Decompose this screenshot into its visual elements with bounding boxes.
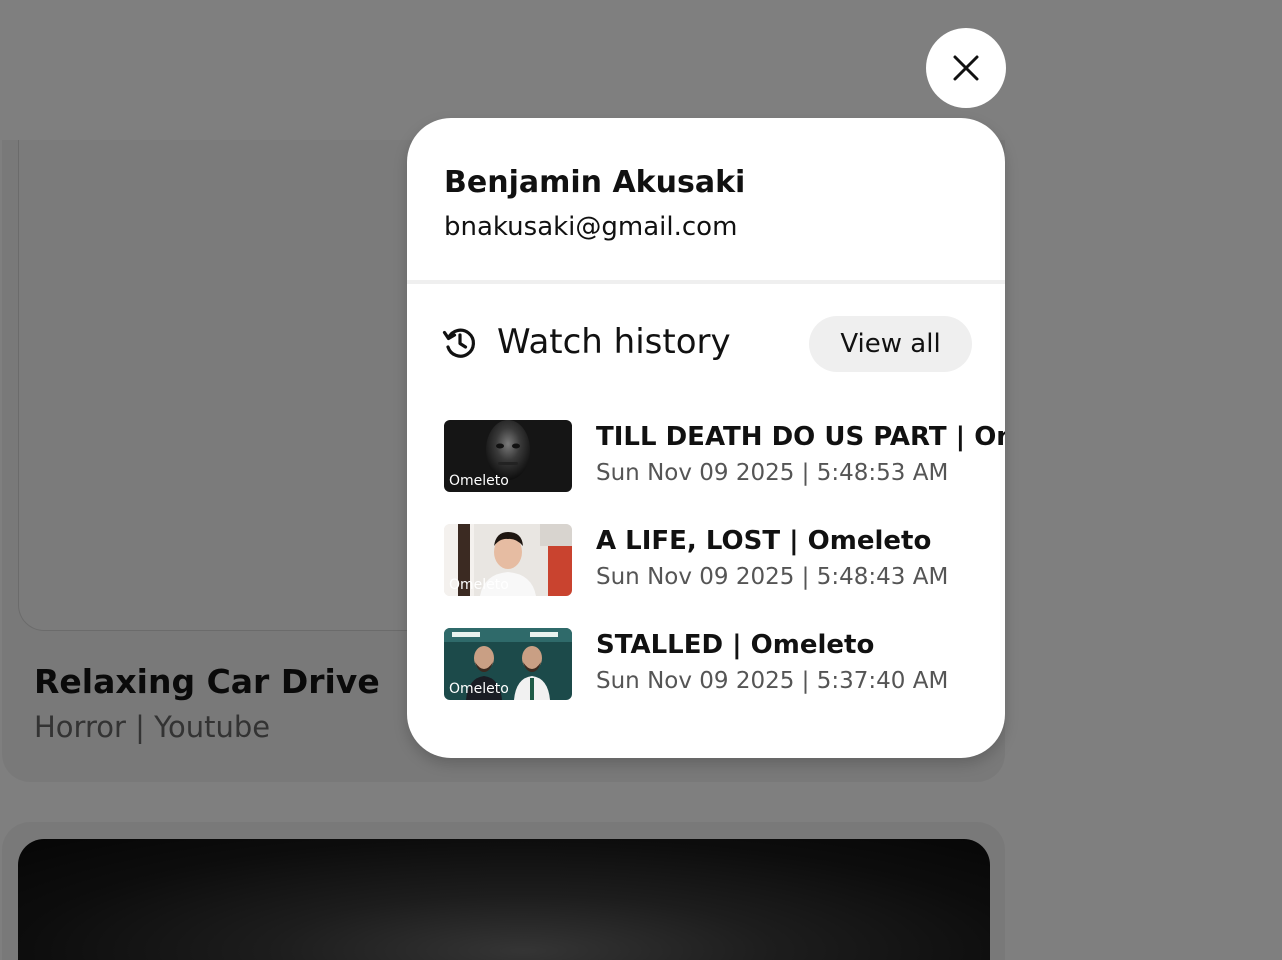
view-all-button[interactable]: View all [809, 316, 972, 372]
thumbnail-label: Omeleto [449, 473, 509, 489]
history-item-title[interactable]: A LIFE, LOST | Omeleto [596, 526, 1005, 556]
history-item[interactable]: Omeleto TILL DEATH DO US PART | Omeleto … [444, 420, 1005, 492]
account-popup: Benjamin Akusaki bnakusaki@gmail.com Wat… [407, 118, 1005, 758]
page: Relaxing Car Drive Horror | Youtube Benj… [0, 0, 1282, 960]
thumbnail-label: Omeleto [449, 577, 509, 593]
watch-history-list: Omeleto TILL DEATH DO US PART | Omeleto … [444, 420, 1005, 732]
history-item-thumbnail[interactable]: Omeleto [444, 420, 572, 492]
watch-history-title: Watch history [497, 322, 731, 362]
history-item[interactable]: Omeleto A LIFE, LOST | Omeleto Sun Nov 0… [444, 524, 1005, 596]
history-item-thumbnail[interactable]: Omeleto [444, 628, 572, 700]
history-item[interactable]: Omeleto STALLED | Omeleto Sun Nov 09 202… [444, 628, 1005, 700]
history-item-timestamp: Sun Nov 09 2025 | 5:48:43 AM [596, 564, 949, 590]
history-item-timestamp: Sun Nov 09 2025 | 5:37:40 AM [596, 668, 949, 694]
user-name: Benjamin Akusaki [444, 165, 746, 200]
history-item-thumbnail[interactable]: Omeleto [444, 524, 572, 596]
close-icon [953, 55, 979, 81]
divider [407, 280, 1005, 284]
history-item-timestamp: Sun Nov 09 2025 | 5:48:53 AM [596, 460, 949, 486]
user-email: bnakusaki@gmail.com [444, 212, 738, 242]
history-item-title[interactable]: STALLED | Omeleto [596, 630, 1005, 660]
close-button[interactable] [926, 28, 1006, 108]
thumbnail-label: Omeleto [449, 681, 509, 697]
history-icon [442, 328, 476, 358]
history-item-title[interactable]: TILL DEATH DO US PART | Omeleto [596, 422, 1005, 452]
